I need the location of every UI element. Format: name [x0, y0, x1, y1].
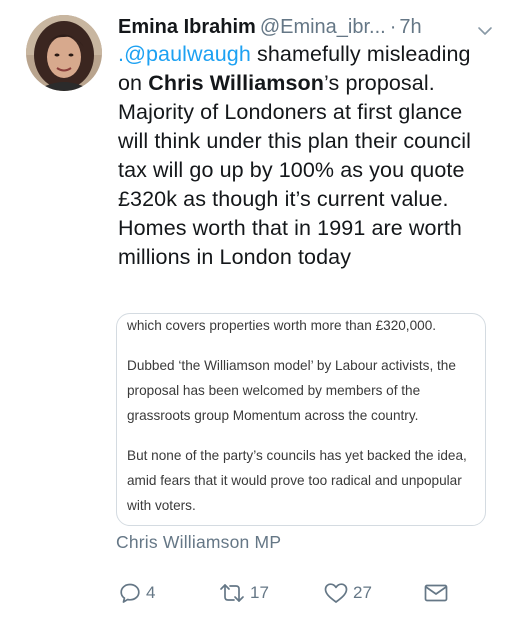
excerpt-line — [127, 338, 475, 353]
speech-bubble-icon — [118, 581, 142, 605]
avatar[interactable] — [26, 15, 102, 91]
excerpt-line — [127, 428, 475, 443]
reply-count: 4 — [146, 583, 156, 602]
image-attribution[interactable]: Chris Williamson MP — [116, 531, 281, 553]
excerpt-line: amid fears that it would prove too radic… — [127, 473, 462, 488]
retweet-count: 17 — [250, 583, 269, 602]
envelope-icon — [423, 581, 449, 605]
retweet-button[interactable]: 17 — [218, 580, 269, 606]
like-count: 27 — [353, 583, 372, 602]
display-name[interactable]: Emina Ibrahim — [118, 16, 256, 38]
like-button[interactable]: 27 — [323, 580, 372, 606]
excerpt-line: Dubbed ‘the Williamson model’ by Labour … — [127, 358, 456, 373]
excerpt-line: proposal has been welcomed by members of… — [127, 383, 421, 398]
timestamp[interactable]: 7h — [399, 16, 421, 38]
reply-button[interactable]: 4 — [118, 580, 155, 606]
excerpt-line: But none of the party’s councils has yet… — [127, 448, 467, 463]
mention-link[interactable]: .@paulwaugh — [118, 42, 251, 66]
tweet-actions: 4 17 27 — [118, 580, 498, 606]
article-excerpt: which covers properties worth more than … — [117, 314, 485, 518]
direct-message-button[interactable] — [423, 580, 449, 606]
attached-image[interactable]: which covers properties worth more than … — [116, 313, 486, 526]
excerpt-line: grassroots group Momentum across the cou… — [127, 408, 419, 423]
heart-icon — [323, 581, 349, 605]
profile-photo-icon — [26, 15, 102, 91]
retweet-arrows-icon — [218, 581, 246, 605]
chevron-down-icon[interactable] — [476, 19, 494, 35]
user-handle[interactable]: @Emina_ibr... — [260, 16, 386, 38]
tweet-text-part: ’s proposal. Majority of Londoners at fi… — [118, 71, 471, 269]
image-fade — [117, 513, 485, 525]
tweet-text-bold: Chris Williamson — [148, 71, 325, 95]
excerpt-line: which covers properties worth more than … — [127, 318, 437, 333]
tweet-header: Emina Ibrahim @Emina_ibr... · 7h — [118, 13, 496, 41]
separator-dot: · — [389, 16, 397, 38]
tweet-text: .@paulwaugh shamefully misleading on Chr… — [118, 40, 498, 272]
